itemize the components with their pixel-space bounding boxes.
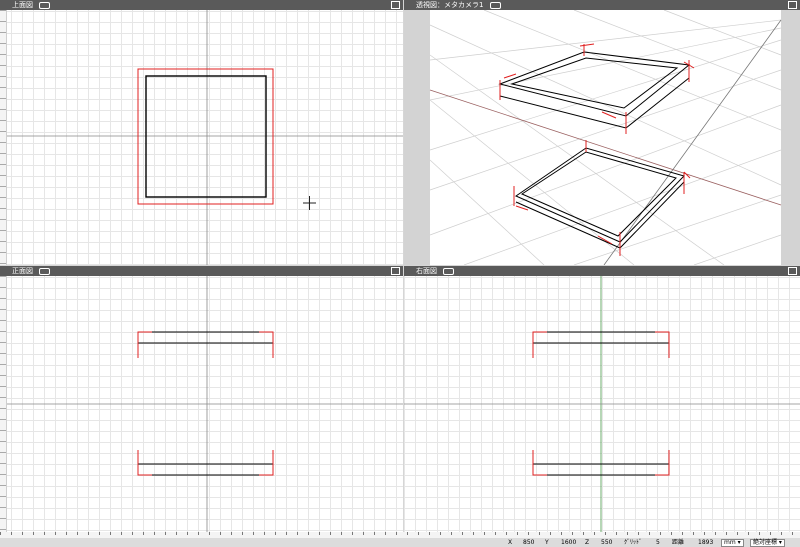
perspective-viewport-title: 透視図：メタカメラ1 (416, 1, 484, 9)
perspective-viewport[interactable]: 透視図：メタカメラ1 (404, 0, 800, 265)
status-bar: X 850 Y 1600 Z 550 ｸﾞﾘｯﾄﾞ 5 距離 1893 mm ▾… (0, 538, 800, 547)
right-viewport[interactable]: 右面図 (404, 266, 800, 532)
z-value: 550 (601, 539, 613, 546)
y-label: Y (545, 539, 549, 546)
y-value: 1600 (561, 539, 577, 546)
right-view-geometry (404, 276, 800, 532)
grid-value: 5 (656, 539, 660, 546)
right-viewport-title: 右面図 (416, 267, 437, 275)
camera-icon[interactable] (443, 267, 455, 275)
menu-icon[interactable] (391, 267, 400, 275)
coord-mode-select[interactable]: 絶対座標 ▾ (750, 539, 785, 547)
perspective-grid (429, 9, 782, 265)
right-viewport-header: 右面図 (404, 266, 800, 276)
grid-label: ｸﾞﾘｯﾄﾞ (624, 539, 643, 546)
unit-select[interactable]: mm ▾ (721, 539, 744, 547)
selection-bracket (137, 450, 274, 476)
top-viewport[interactable]: 上面図 (0, 0, 403, 265)
top-viewport-title: 上面図 (12, 1, 33, 9)
lower-frame (514, 142, 685, 249)
axis-line (603, 19, 782, 265)
front-viewport-title: 正面図 (12, 267, 33, 275)
distance-label: 距離 (672, 539, 685, 546)
cursor-crosshair-icon (303, 196, 316, 210)
letterbox-right (781, 10, 800, 265)
front-viewport-header: 正面図 (0, 266, 403, 276)
perspective-viewport-header: 透視図：メタカメラ1 (404, 0, 800, 10)
camera-icon[interactable] (489, 1, 501, 9)
front-viewport[interactable]: 正面図 (0, 266, 403, 532)
coord-mode-value: 絶対座標 (753, 539, 778, 546)
axis-line (429, 89, 782, 206)
menu-icon[interactable] (391, 1, 400, 9)
x-value: 850 (523, 539, 535, 546)
left-ruler (0, 10, 7, 265)
unit-select-value: mm (724, 539, 736, 546)
z-label: Z (585, 539, 590, 546)
selection-bracket (513, 140, 691, 256)
camera-icon[interactable] (39, 267, 51, 275)
top-viewport-header: 上面図 (0, 0, 403, 10)
upper-frame (498, 51, 691, 129)
selection-bracket (137, 68, 274, 205)
menu-icon[interactable] (788, 267, 797, 275)
camera-icon[interactable] (39, 1, 51, 9)
left-ruler (0, 276, 7, 532)
menu-icon[interactable] (788, 1, 797, 9)
distance-value: 1893 (698, 539, 714, 546)
letterbox-left (404, 10, 430, 265)
x-label: X (508, 539, 513, 546)
selection-bracket (137, 331, 274, 358)
perspective-geometry (404, 9, 800, 265)
top-view-geometry (6, 10, 403, 265)
object-outline (145, 75, 267, 198)
front-view-geometry (6, 276, 403, 532)
